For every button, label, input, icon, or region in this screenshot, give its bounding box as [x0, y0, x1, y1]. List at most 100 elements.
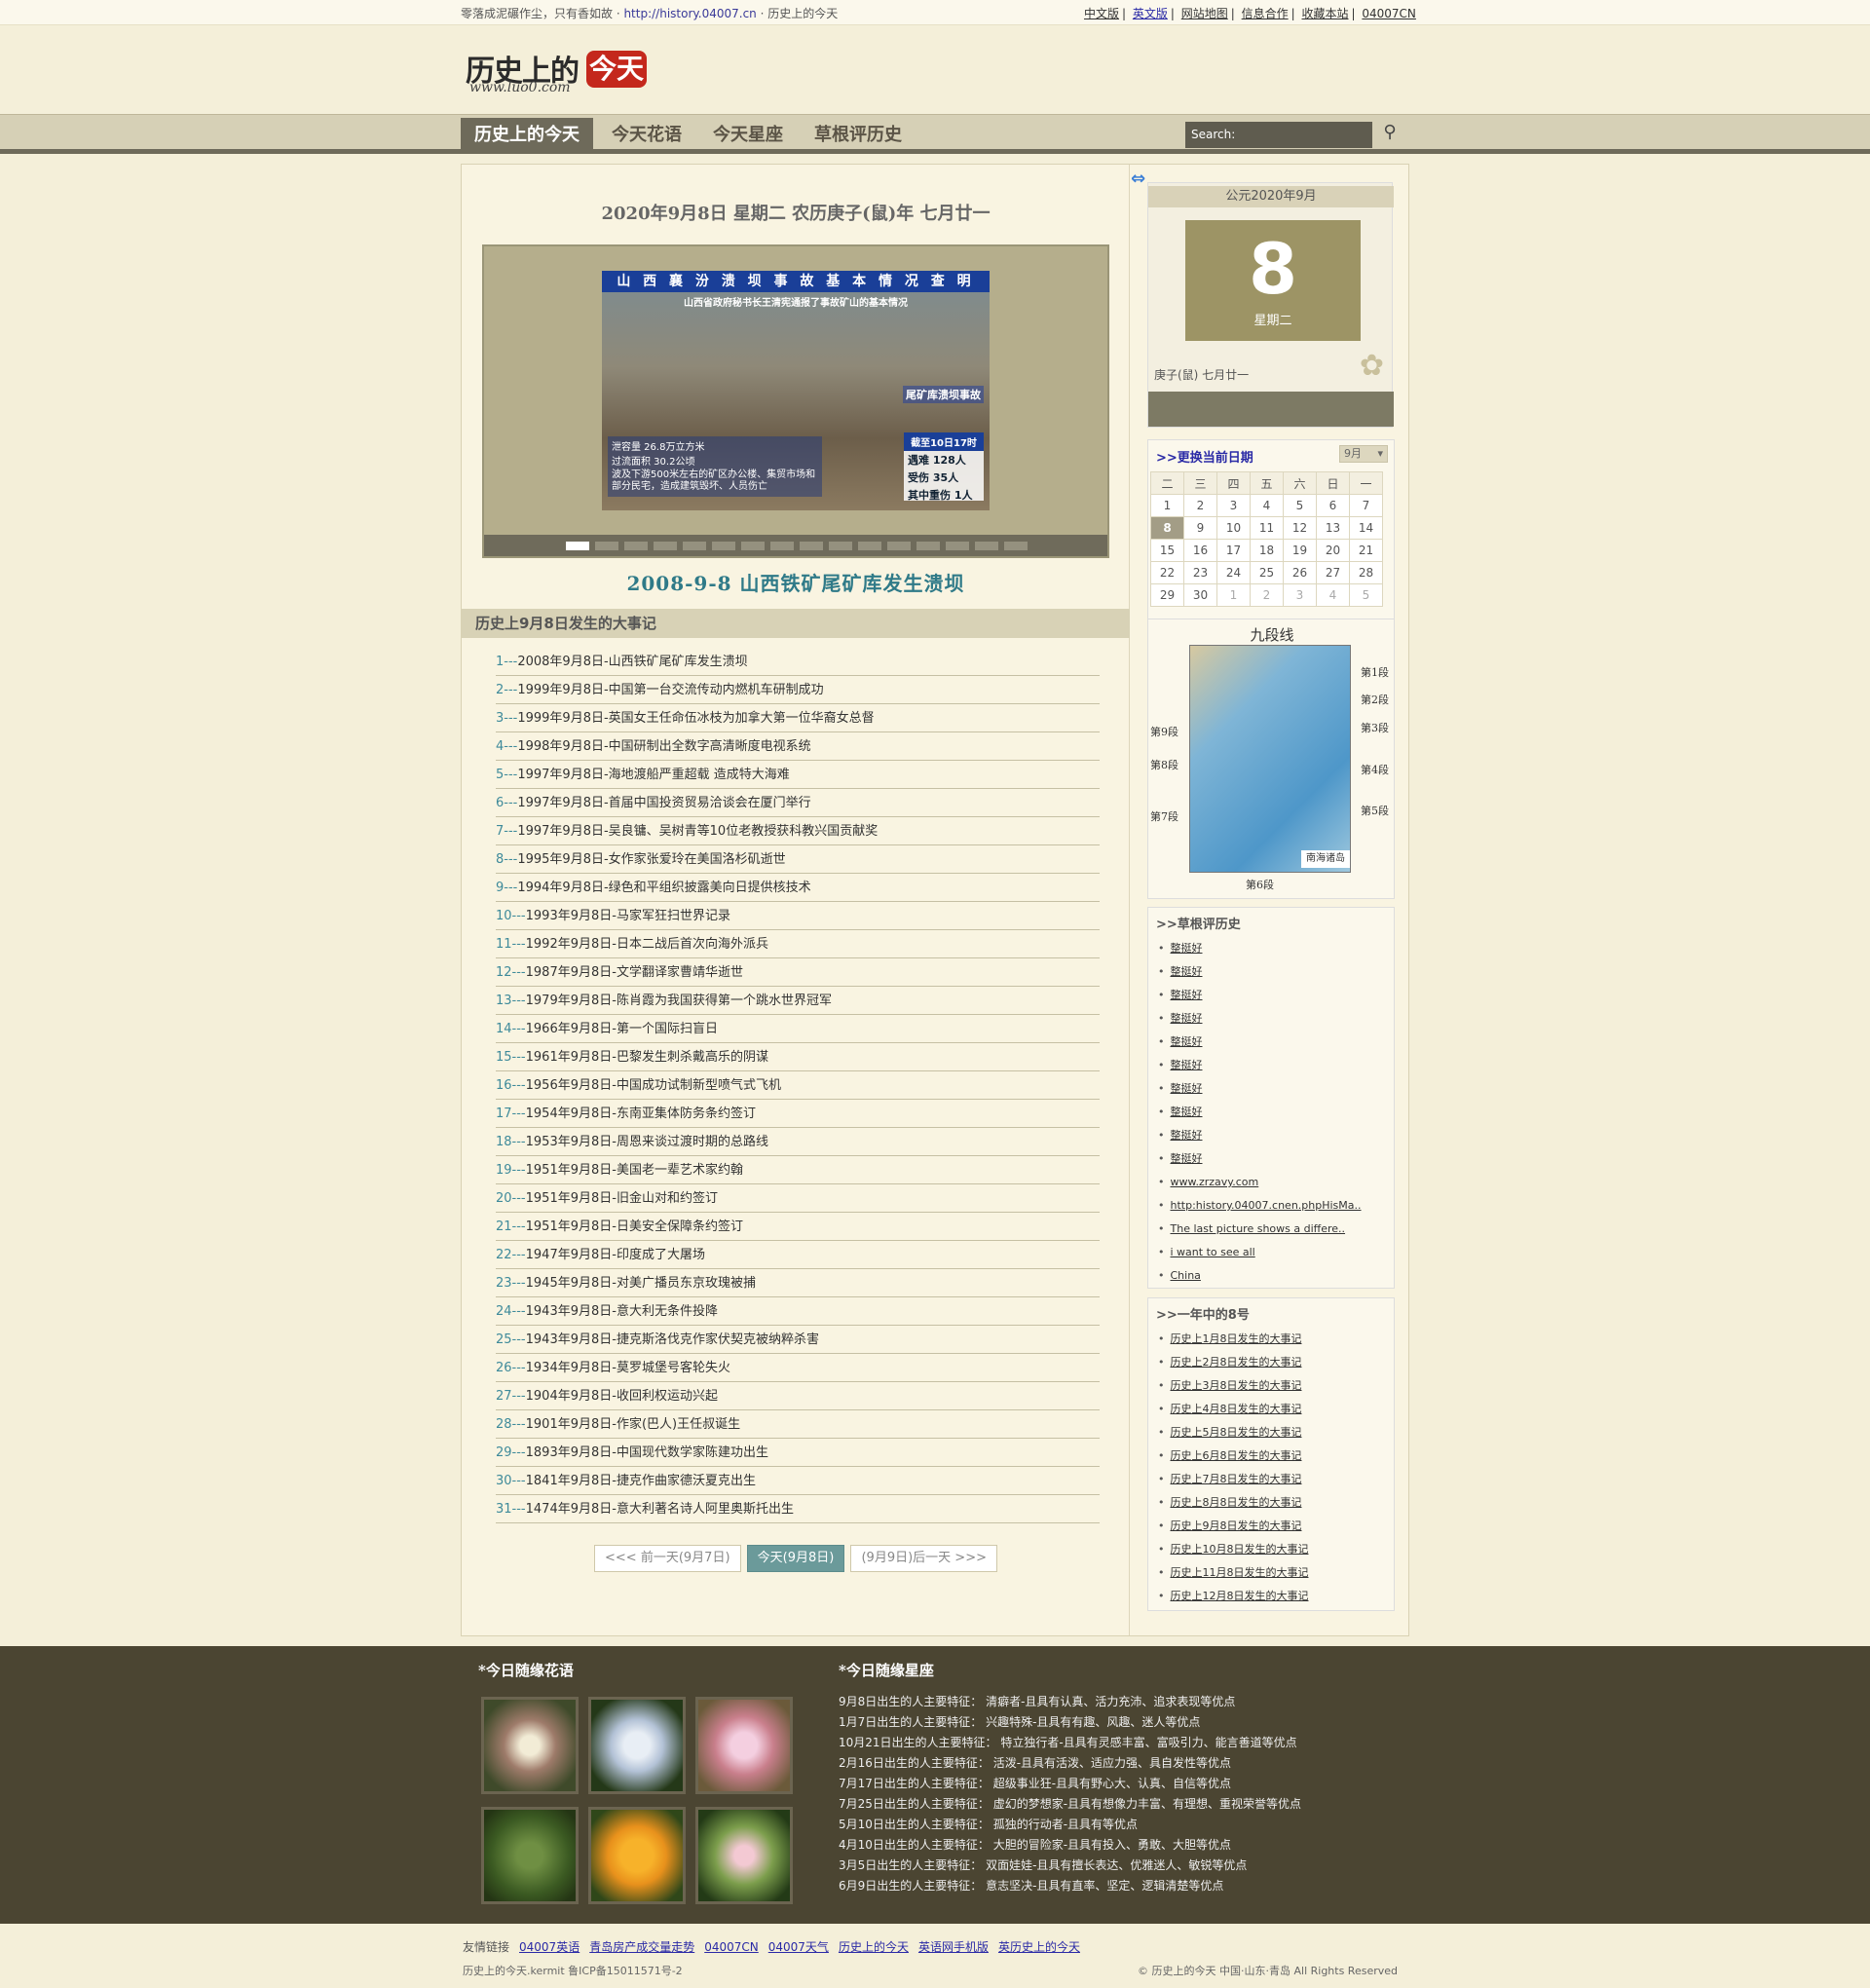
calendar-day-cell[interactable]: 2	[1250, 583, 1284, 607]
event-item[interactable]: 27---1904年9月8日-收回利权运动兴起	[496, 1382, 1100, 1410]
link-cooperation[interactable]: 信息合作	[1242, 7, 1289, 20]
event-item[interactable]: 25---1943年9月8日-捷克斯洛伐克作家伏契克被纳粹杀害	[496, 1326, 1100, 1354]
eighth-link[interactable]: 历史上2月8日发生的大事记	[1158, 1351, 1309, 1374]
event-item[interactable]: 8---1995年9月8日-女作家张爱玲在美国洛杉矶逝世	[496, 845, 1100, 874]
calendar-day-cell[interactable]: 4	[1316, 583, 1350, 607]
grassroots-link[interactable]: 整挺好	[1158, 1007, 1362, 1031]
calendar-day-cell[interactable]: 8	[1150, 516, 1184, 540]
grassroots-link[interactable]: 整挺好	[1158, 960, 1362, 984]
calendar-day-cell[interactable]: 2	[1183, 494, 1217, 517]
event-item[interactable]: 15---1961年9月8日-巴黎发生刺杀戴高乐的阴谋	[496, 1043, 1100, 1071]
eighth-link[interactable]: 历史上4月8日发生的大事记	[1158, 1398, 1309, 1421]
eighth-link[interactable]: 历史上9月8日发生的大事记	[1158, 1515, 1309, 1538]
event-item[interactable]: 3---1999年9月8日-英国女王任命伍冰枝为加拿大第一位华裔女总督	[496, 704, 1100, 732]
grassroots-link[interactable]: 整挺好	[1158, 1147, 1362, 1171]
event-item[interactable]: 31---1474年9月8日-意大利著名诗人阿里奥斯托出生	[496, 1495, 1100, 1523]
grassroots-link[interactable]: 整挺好	[1158, 1077, 1362, 1101]
calendar-day-cell[interactable]: 15	[1150, 539, 1184, 562]
event-item[interactable]: 1---2008年9月8日-山西铁矿尾矿库发生溃坝	[496, 648, 1100, 676]
calendar-day-cell[interactable]: 25	[1250, 561, 1284, 584]
flower-photo[interactable]	[481, 1697, 579, 1794]
search-input[interactable]: Search:	[1185, 122, 1372, 148]
event-item[interactable]: 2---1999年9月8日-中国第一台交流传动内燃机车研制成功	[496, 676, 1100, 704]
flower-photo[interactable]	[588, 1697, 686, 1794]
slider-dot[interactable]	[975, 542, 998, 550]
grassroots-link[interactable]: 整挺好	[1158, 1031, 1362, 1054]
month-select[interactable]: 9月 ▾	[1339, 445, 1388, 463]
calendar-day-cell[interactable]: 19	[1283, 539, 1317, 562]
event-item[interactable]: 5---1997年9月8日-海地渡船严重超载 造成特大海难	[496, 761, 1100, 789]
calendar-day-cell[interactable]: 21	[1349, 539, 1383, 562]
calendar-day-cell[interactable]: 12	[1283, 516, 1317, 540]
calendar-day-cell[interactable]: 14	[1349, 516, 1383, 540]
link-english[interactable]: 英文版	[1133, 7, 1168, 20]
tab-flower-language[interactable]: 今天花语	[612, 118, 682, 152]
calendar-day-cell[interactable]: 3	[1216, 494, 1251, 517]
slider-dot[interactable]	[683, 542, 706, 550]
friend-link[interactable]: 青岛房产成交量走势	[589, 1940, 694, 1954]
prev-day-button[interactable]: <<< 前一天(9月7日)	[594, 1545, 741, 1572]
calendar-day-cell[interactable]: 26	[1283, 561, 1317, 584]
flower-photo[interactable]	[588, 1807, 686, 1904]
eighth-link[interactable]: 历史上1月8日发生的大事记	[1158, 1328, 1309, 1351]
slider-dot[interactable]	[858, 542, 881, 550]
change-date-heading[interactable]: >>更换当前日期	[1156, 447, 1253, 466]
link-04007cn[interactable]: 04007CN	[1362, 7, 1416, 20]
slider-dot[interactable]	[800, 542, 823, 550]
eighth-link[interactable]: 历史上6月8日发生的大事记	[1158, 1444, 1309, 1468]
slider-dot[interactable]	[829, 542, 852, 550]
slider-dot[interactable]	[770, 542, 794, 550]
eighth-link[interactable]: 历史上10月8日发生的大事记	[1158, 1538, 1309, 1561]
calendar-day-cell[interactable]: 30	[1183, 583, 1217, 607]
event-item[interactable]: 12---1987年9月8日-文学翻译家曹靖华逝世	[496, 958, 1100, 987]
tagline-url[interactable]: http://history.04007.cn	[623, 7, 756, 20]
calendar-day-cell[interactable]: 1	[1150, 494, 1184, 517]
slider-dot[interactable]	[624, 542, 648, 550]
calendar-day-cell[interactable]: 23	[1183, 561, 1217, 584]
event-item[interactable]: 11---1992年9月8日-日本二战后首次向海外派兵	[496, 930, 1100, 958]
grassroots-link[interactable]: 整挺好	[1158, 1054, 1362, 1077]
event-item[interactable]: 28---1901年9月8日-作家(巴人)王任叔诞生	[496, 1410, 1100, 1439]
eighth-link[interactable]: 历史上8月8日发生的大事记	[1158, 1491, 1309, 1515]
event-item[interactable]: 6---1997年9月8日-首届中国投资贸易洽谈会在厦门举行	[496, 789, 1100, 817]
slider-dot[interactable]	[595, 542, 618, 550]
calendar-day-cell[interactable]: 13	[1316, 516, 1350, 540]
slider-dot[interactable]	[654, 542, 677, 550]
south-china-sea-map[interactable]: 南海诸岛	[1189, 645, 1351, 873]
calendar-day-cell[interactable]: 18	[1250, 539, 1284, 562]
event-item[interactable]: 18---1953年9月8日-周恩来谈过渡时期的总路线	[496, 1128, 1100, 1156]
event-item[interactable]: 16---1956年9月8日-中国成功试制新型喷气式飞机	[496, 1071, 1100, 1100]
tab-grassroots-review[interactable]: 草根评历史	[814, 118, 902, 152]
calendar-day-cell[interactable]: 5	[1283, 494, 1317, 517]
grassroots-link[interactable]: 整挺好	[1158, 937, 1362, 960]
next-day-button[interactable]: (9月9日)后一天 >>>	[850, 1545, 997, 1572]
slider-dot[interactable]	[741, 542, 765, 550]
event-item[interactable]: 19---1951年9月8日-美国老一辈艺术家约翰	[496, 1156, 1100, 1184]
eighth-link[interactable]: 历史上11月8日发生的大事记	[1158, 1561, 1309, 1585]
grassroots-link[interactable]: 整挺好	[1158, 1124, 1362, 1147]
calendar-day-cell[interactable]: 27	[1316, 561, 1350, 584]
event-item[interactable]: 10---1993年9月8日-马家军狂扫世界记录	[496, 902, 1100, 930]
flower-photo[interactable]	[481, 1807, 579, 1904]
site-logo[interactable]: 历史上的 今天 www.luo0.com	[466, 45, 651, 95]
event-item[interactable]: 22---1947年9月8日-印度成了大屠场	[496, 1241, 1100, 1269]
event-item[interactable]: 29---1893年9月8日-中国现代数学家陈建功出生	[496, 1439, 1100, 1467]
calendar-day-cell[interactable]: 17	[1216, 539, 1251, 562]
today-button[interactable]: 今天(9月8日)	[746, 1545, 845, 1572]
link-chinese[interactable]: 中文版	[1084, 7, 1119, 20]
event-item[interactable]: 21---1951年9月8日-日美安全保障条约签订	[496, 1213, 1100, 1241]
grassroots-link[interactable]: The last picture shows a differe..	[1158, 1218, 1362, 1241]
slider-dot[interactable]	[712, 542, 735, 550]
friend-link[interactable]: 04007CN	[704, 1940, 759, 1954]
friend-link[interactable]: 英历史上的今天	[998, 1940, 1080, 1954]
calendar-day-cell[interactable]: 5	[1349, 583, 1383, 607]
event-item[interactable]: 23---1945年9月8日-对美广播员东京玫瑰被捕	[496, 1269, 1100, 1297]
tab-constellation[interactable]: 今天星座	[713, 118, 783, 152]
link-sitemap[interactable]: 网站地图	[1181, 7, 1228, 20]
calendar-day-cell[interactable]: 29	[1150, 583, 1184, 607]
calendar-day-cell[interactable]: 3	[1283, 583, 1317, 607]
slider-dot[interactable]	[916, 542, 940, 550]
link-bookmark[interactable]: 收藏本站	[1302, 7, 1349, 20]
flower-photo[interactable]	[695, 1697, 793, 1794]
grassroots-link[interactable]: i want to see all	[1158, 1241, 1362, 1264]
